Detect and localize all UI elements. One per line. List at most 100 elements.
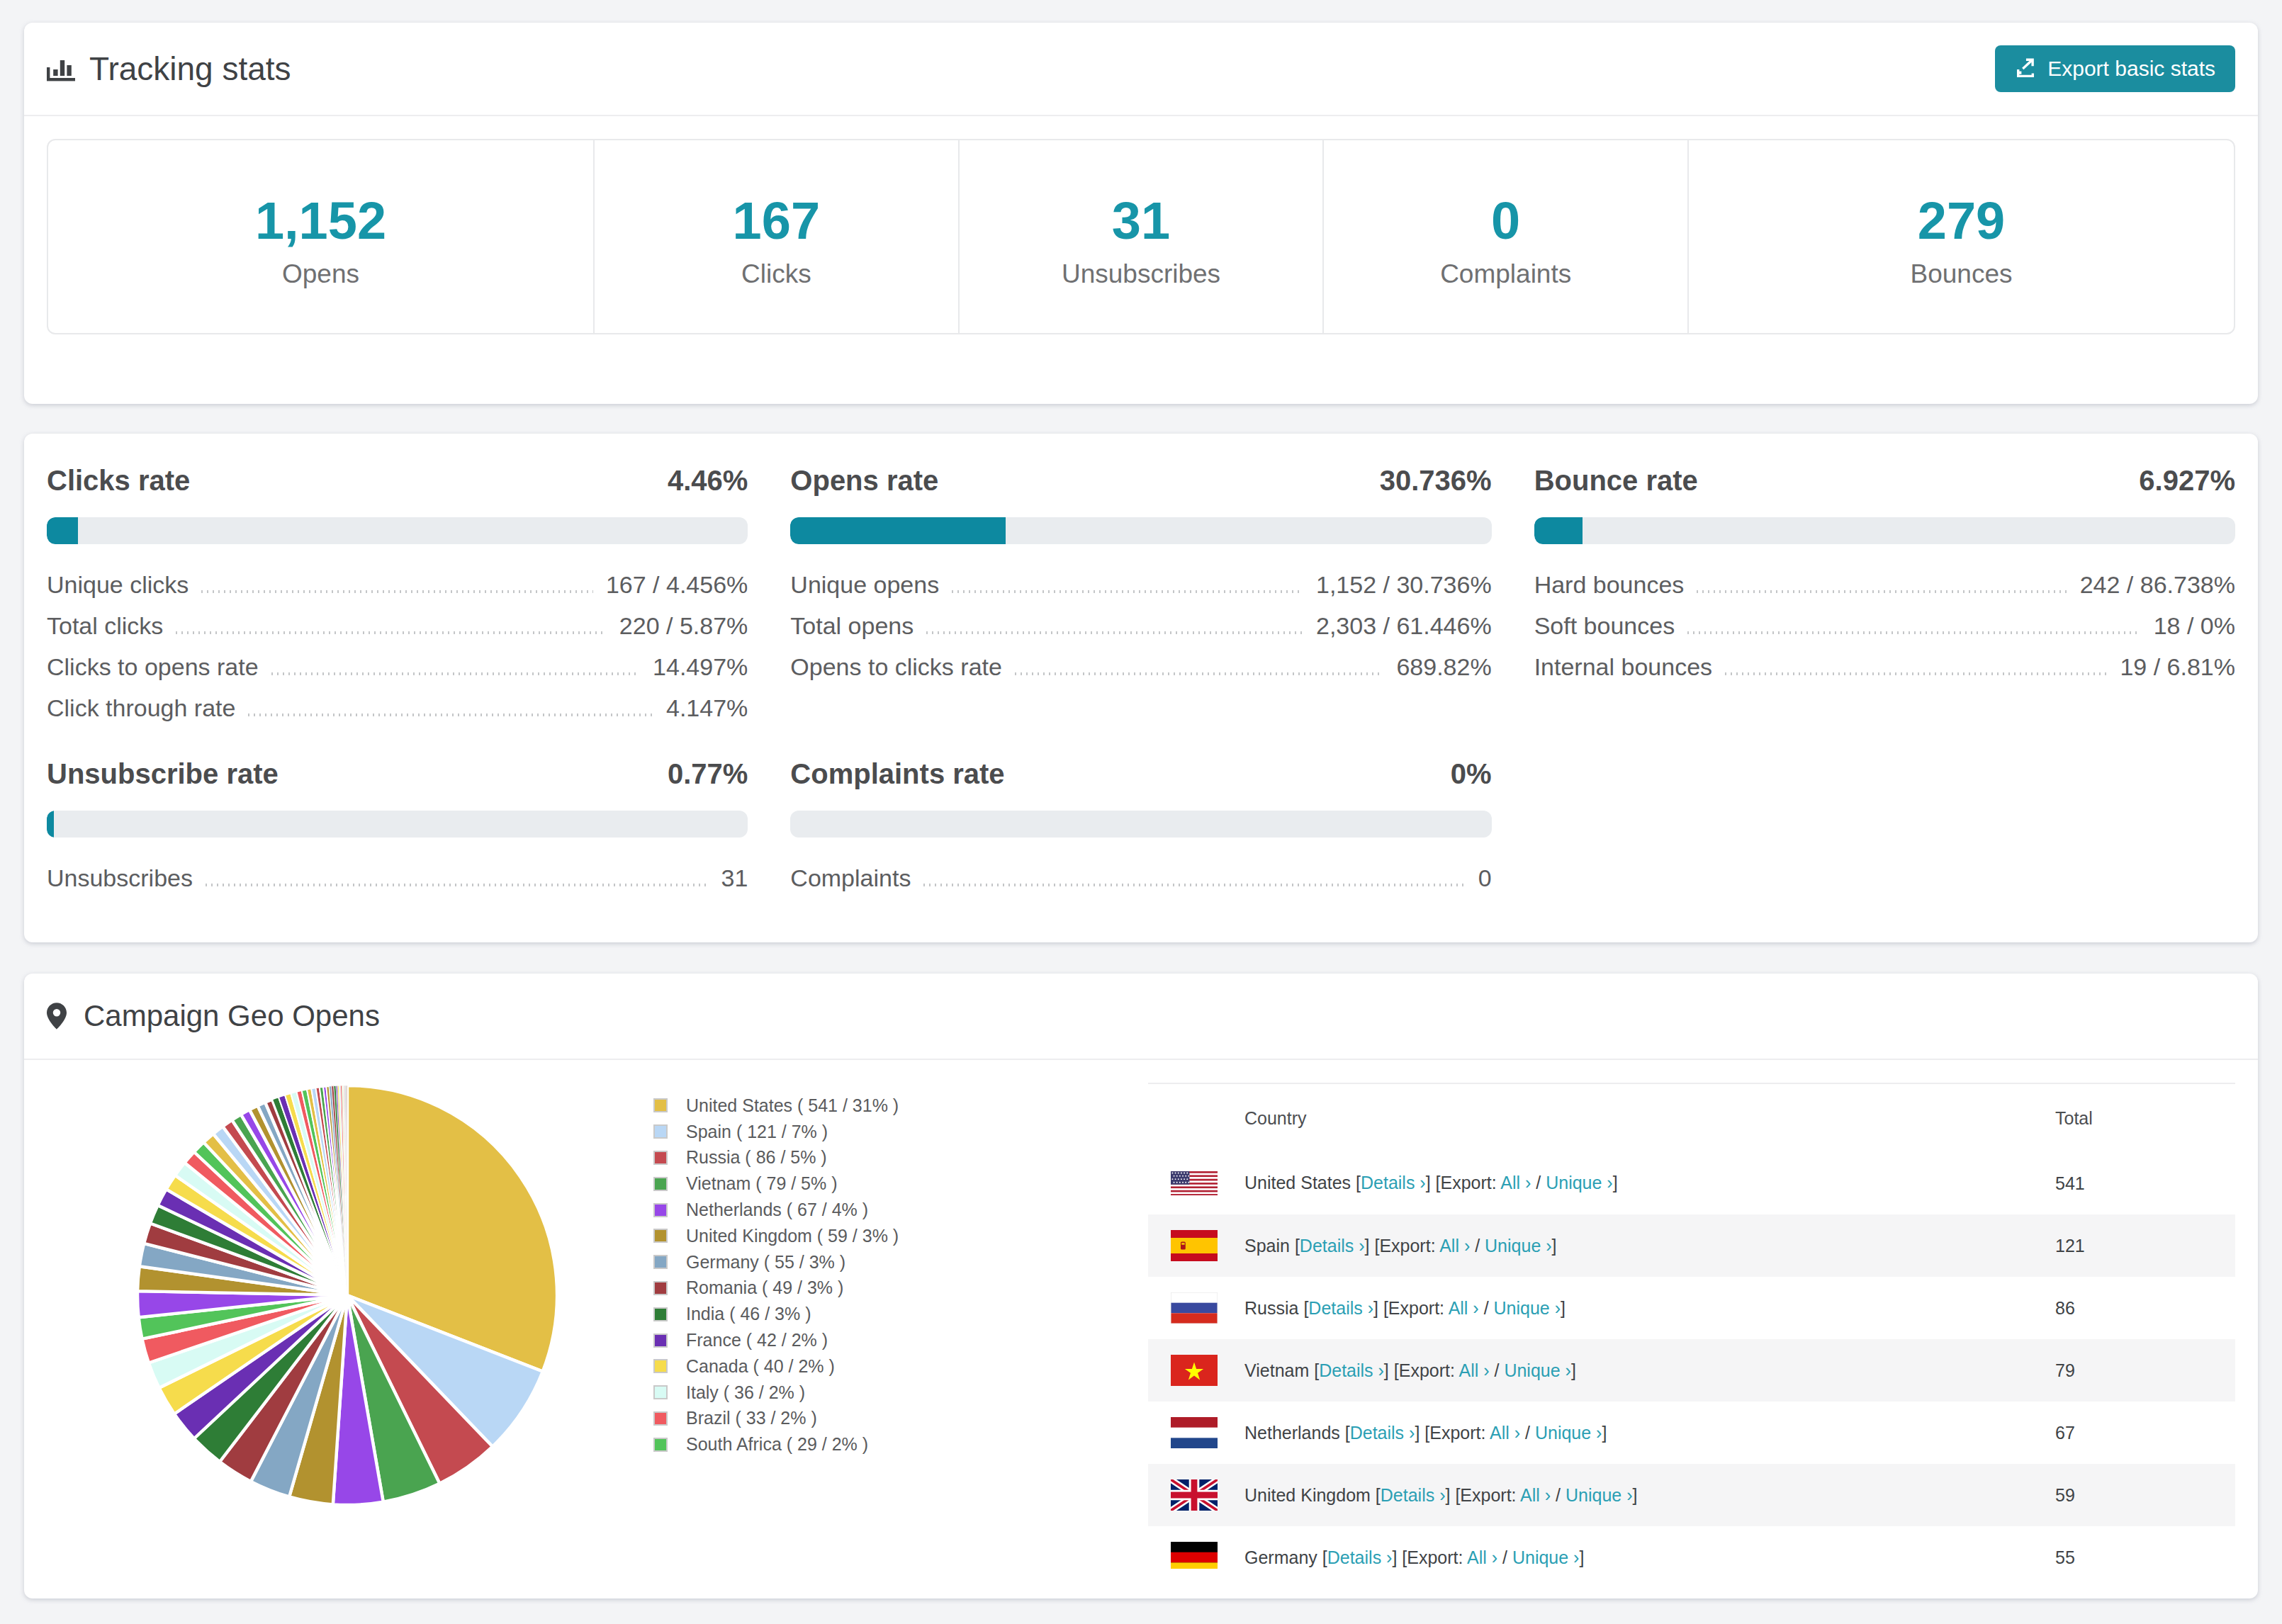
details-link[interactable]: Details ›	[1319, 1360, 1384, 1380]
legend-label: Canada ( 40 / 2% )	[686, 1356, 835, 1377]
export-all-link[interactable]: All ›	[1490, 1423, 1520, 1443]
rate-stat-row: Click through rate4.147%	[47, 696, 748, 721]
details-link[interactable]: Details ›	[1300, 1236, 1365, 1256]
total-column-header: Total	[2055, 1108, 2235, 1129]
dotted-leader	[271, 672, 641, 675]
legend-item: Canada ( 40 / 2% )	[653, 1353, 1148, 1380]
rate-stat-value: 0	[1478, 866, 1492, 891]
legend-item: France ( 42 / 2% )	[653, 1327, 1148, 1353]
details-link[interactable]: Details ›	[1361, 1173, 1426, 1192]
rate-stat-row: Complaints 0	[790, 866, 1491, 891]
details-link[interactable]: Details ›	[1350, 1423, 1415, 1443]
rate-stat-label: Complaints	[790, 866, 911, 891]
legend-color-swatch	[653, 1438, 668, 1452]
rate-section-complaints-rate: Complaints rate0%Complaints0	[790, 755, 1491, 907]
export-unique-link[interactable]: Unique ›	[1566, 1485, 1633, 1505]
geo-opens-card: Campaign Geo Opens United States ( 541 /…	[24, 974, 2258, 1598]
export-all-link[interactable]: All ›	[1467, 1547, 1497, 1567]
legend-label: Brazil ( 33 / 2% )	[686, 1408, 817, 1428]
export-all-link[interactable]: All ›	[1458, 1360, 1489, 1380]
export-unique-link[interactable]: Unique ›	[1546, 1173, 1613, 1192]
geo-table-row-de: Germany [Details ›] [Export: All › / Uni…	[1148, 1526, 2235, 1569]
legend-item: Italy ( 36 / 2% )	[653, 1380, 1148, 1406]
export-all-link[interactable]: All ›	[1500, 1173, 1531, 1192]
rate-stat-row: Hard bounces242 / 86.738%	[1534, 573, 2235, 597]
geo-table-row-vn: Vietnam [Details ›] [Export: All › / Uni…	[1148, 1339, 2235, 1402]
rate-stat-label: Total clicks	[47, 614, 163, 638]
rate-stat-row: Total clicks220 / 5.87%	[47, 614, 748, 638]
rate-section-bounce-rate: Bounce rate6.927%Hard bounces242 / 86.73…	[1534, 462, 2235, 737]
geo-table-row-es: Spain [Details ›] [Export: All › / Uniqu…	[1148, 1214, 2235, 1277]
export-all-link[interactable]: All ›	[1449, 1298, 1479, 1318]
legend-label: Romania ( 49 / 3% )	[686, 1278, 843, 1298]
legend-label: Germany ( 55 / 3% )	[686, 1252, 845, 1273]
rate-section-clicks-rate: Clicks rate4.46%Unique clicks167 / 4.456…	[47, 462, 748, 737]
progress-bar	[47, 517, 748, 544]
tracking-stats-body: 1,152Opens167Clicks31Unsubscribes0Compla…	[24, 116, 2258, 357]
legend-color-swatch	[653, 1177, 668, 1191]
progress-bar-fill	[47, 517, 78, 544]
dotted-leader	[1725, 672, 2107, 675]
export-unique-link[interactable]: Unique ›	[1485, 1236, 1552, 1256]
geo-opens-header: Campaign Geo Opens	[24, 974, 2258, 1060]
rate-stat-row: Internal bounces19 / 6.81%	[1534, 655, 2235, 680]
details-link[interactable]: Details ›	[1308, 1298, 1373, 1318]
dotted-leader	[1687, 631, 2141, 634]
country-name: United Kingdom	[1244, 1485, 1376, 1505]
legend-item: South Africa ( 29 / 2% )	[653, 1431, 1148, 1457]
legend-item: India ( 46 / 3% )	[653, 1301, 1148, 1327]
progress-bar	[1534, 517, 2235, 544]
rate-stat-label: Total opens	[790, 614, 914, 638]
country-name: Vietnam	[1244, 1360, 1314, 1380]
vn-flag-icon	[1171, 1355, 1218, 1386]
stat-value: 31	[1112, 193, 1170, 249]
country-name: Netherlands	[1244, 1423, 1345, 1443]
geo-legend: United States ( 541 / 31% )Spain ( 121 /…	[653, 1083, 1148, 1569]
legend-color-swatch	[653, 1203, 668, 1217]
total-cell: 121	[2055, 1236, 2235, 1256]
export-unique-link[interactable]: Unique ›	[1512, 1547, 1580, 1567]
geo-table-row-gb: United Kingdom [Details ›] [Export: All …	[1148, 1464, 2235, 1526]
rate-stat-value: 14.497%	[653, 655, 748, 680]
rate-stat-row: Unsubscribes31	[47, 866, 748, 891]
total-cell: 86	[2055, 1298, 2235, 1319]
export-unique-link[interactable]: Unique ›	[1494, 1298, 1561, 1318]
stat-label: Unsubscribes	[1062, 259, 1220, 289]
rate-stat-value: 18 / 0%	[2154, 614, 2235, 638]
country-name: Spain	[1244, 1236, 1295, 1256]
export-basic-stats-button[interactable]: Export basic stats	[1995, 45, 2235, 92]
country-cell-text: Russia [Details ›] [Export: All › / Uniq…	[1244, 1298, 1566, 1319]
rate-stat-label: Clicks to opens rate	[47, 655, 259, 680]
export-unique-link[interactable]: Unique ›	[1504, 1360, 1571, 1380]
dotted-leader	[1697, 590, 2067, 593]
rate-section-title: Unsubscribe rate	[47, 755, 279, 792]
country-cell-text: Netherlands [Details ›] [Export: All › /…	[1244, 1423, 1607, 1443]
stat-label: Bounces	[1911, 259, 2013, 289]
stat-value: 0	[1491, 193, 1520, 249]
geo-table-row-nl: Netherlands [Details ›] [Export: All › /…	[1148, 1402, 2235, 1464]
country-name: Germany	[1244, 1547, 1322, 1567]
country-column-header: Country	[1148, 1108, 2055, 1129]
legend-color-swatch	[653, 1359, 668, 1373]
legend-color-swatch	[653, 1098, 668, 1112]
rate-stat-label: Unique clicks	[47, 573, 189, 597]
summary-stat-bounces: 279Bounces	[1687, 140, 2234, 333]
legend-label: United Kingdom ( 59 / 3% )	[686, 1226, 899, 1246]
export-all-link[interactable]: All ›	[1439, 1236, 1470, 1256]
legend-color-swatch	[653, 1255, 668, 1269]
details-link[interactable]: Details ›	[1327, 1547, 1393, 1567]
progress-bar	[47, 811, 748, 838]
export-unique-link[interactable]: Unique ›	[1535, 1423, 1602, 1443]
rate-stat-label: Soft bounces	[1534, 614, 1675, 638]
rate-section-percent: 30.736%	[1380, 462, 1492, 499]
progress-bar-fill	[1534, 517, 1583, 544]
dotted-leader	[206, 884, 709, 886]
export-all-link[interactable]: All ›	[1520, 1485, 1551, 1505]
rate-stat-row: Clicks to opens rate 14.497%	[47, 655, 748, 680]
progress-bar	[790, 517, 1491, 544]
nl-flag-icon	[1171, 1417, 1218, 1448]
rate-stat-value: 1,152 / 30.736%	[1316, 573, 1492, 597]
details-link[interactable]: Details ›	[1381, 1485, 1446, 1505]
progress-bar-fill	[47, 811, 54, 838]
stat-label: Clicks	[741, 259, 811, 289]
